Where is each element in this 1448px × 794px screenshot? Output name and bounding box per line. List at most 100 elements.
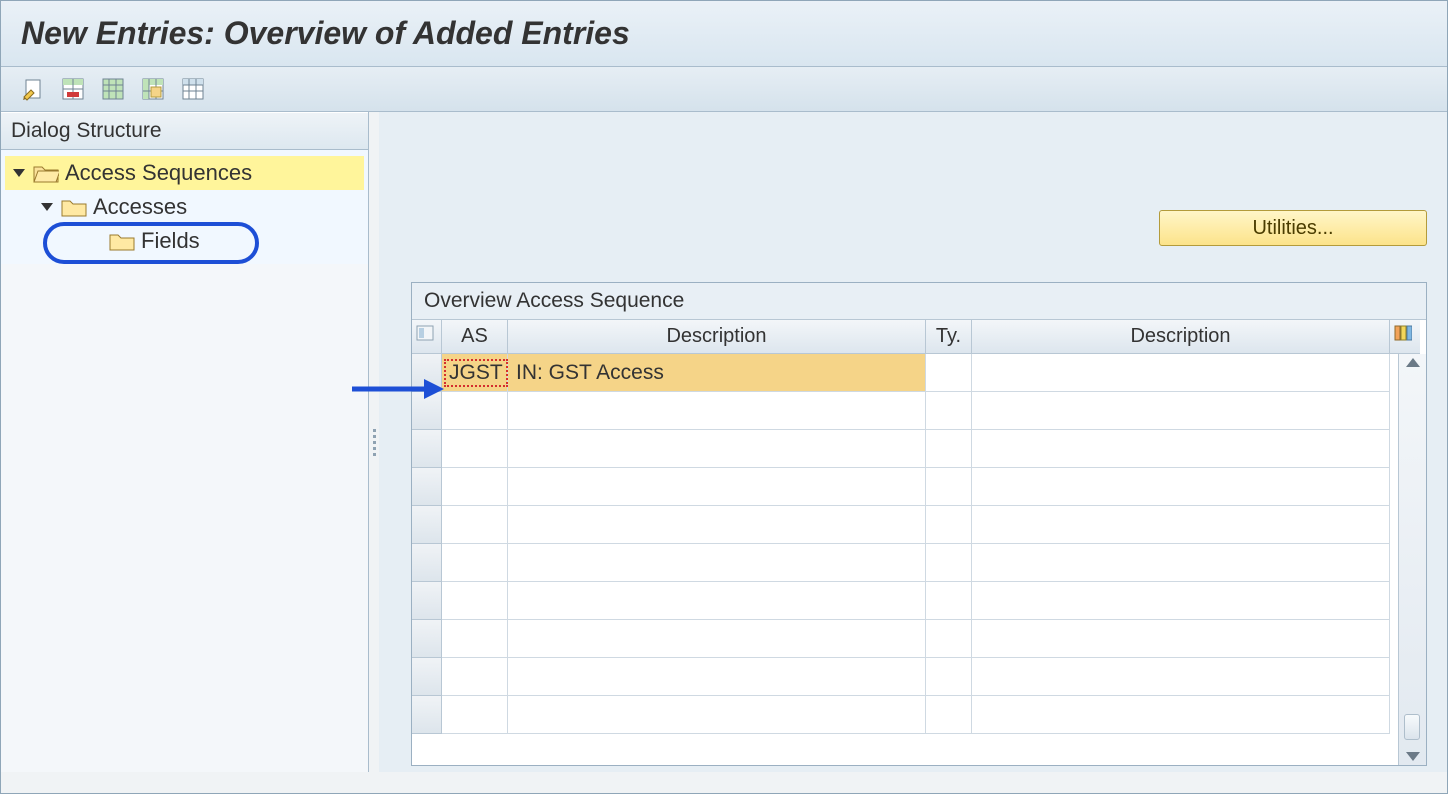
- col-header-ty[interactable]: Ty.: [926, 320, 972, 354]
- cell-as[interactable]: [442, 696, 508, 734]
- tree-node-access-sequences[interactable]: Access Sequences: [5, 156, 364, 190]
- row-selector-cell[interactable]: [412, 544, 442, 582]
- cell-description[interactable]: IN: GST Access: [508, 354, 926, 392]
- row-selector-cell[interactable]: [412, 696, 442, 734]
- col-header-desc2[interactable]: Description: [972, 320, 1390, 354]
- table-row[interactable]: [412, 658, 1398, 696]
- col-header-settings[interactable]: [1390, 320, 1420, 354]
- cell-as[interactable]: [442, 468, 508, 506]
- dialog-structure-header: Dialog Structure: [1, 112, 368, 150]
- cell-as[interactable]: [442, 430, 508, 468]
- row-selector-cell[interactable]: [412, 620, 442, 658]
- table-row[interactable]: [412, 468, 1398, 506]
- cell-description2[interactable]: [972, 468, 1390, 506]
- cell-type[interactable]: [926, 468, 972, 506]
- folder-icon: [61, 197, 87, 217]
- row-selector-cell[interactable]: [412, 506, 442, 544]
- table-body-area: JGSTIN: GST Access: [412, 354, 1426, 765]
- folder-icon: [109, 231, 135, 251]
- table-row[interactable]: [412, 506, 1398, 544]
- cell-description[interactable]: [508, 658, 926, 696]
- row-selector-icon: [416, 325, 434, 341]
- cell-description[interactable]: [508, 506, 926, 544]
- cell-as[interactable]: JGST: [442, 354, 508, 392]
- table-row[interactable]: [412, 392, 1398, 430]
- cell-description2[interactable]: [972, 582, 1390, 620]
- cell-description[interactable]: [508, 392, 926, 430]
- tree-node-fields[interactable]: Fields: [5, 224, 364, 258]
- col-header-desc1[interactable]: Description: [508, 320, 926, 354]
- scroll-up-icon[interactable]: [1406, 358, 1420, 367]
- folder-open-icon: [33, 163, 59, 183]
- splitter-dots-icon: [373, 429, 376, 456]
- scroll-down-icon[interactable]: [1406, 752, 1420, 761]
- table-row[interactable]: [412, 582, 1398, 620]
- row-selector-cell[interactable]: [412, 468, 442, 506]
- table-settings-icon: [1394, 325, 1412, 341]
- cell-description2[interactable]: [972, 620, 1390, 658]
- toolbar-btn-select-block[interactable]: [139, 75, 167, 103]
- cell-type[interactable]: [926, 354, 972, 392]
- cell-type[interactable]: [926, 506, 972, 544]
- cell-description[interactable]: [508, 430, 926, 468]
- cell-type[interactable]: [926, 582, 972, 620]
- cell-description[interactable]: [508, 620, 926, 658]
- row-selector-cell[interactable]: [412, 658, 442, 696]
- scroll-handle[interactable]: [1404, 714, 1420, 740]
- cell-description[interactable]: [508, 582, 926, 620]
- utilities-label: Utilities...: [1252, 217, 1333, 240]
- cell-as[interactable]: [442, 658, 508, 696]
- cell-description2[interactable]: [972, 544, 1390, 582]
- cell-type[interactable]: [926, 430, 972, 468]
- page-title: New Entries: Overview of Added Entries: [21, 15, 1427, 52]
- row-selector-cell[interactable]: [412, 354, 442, 392]
- table-row[interactable]: JGSTIN: GST Access: [412, 354, 1398, 392]
- cell-description2[interactable]: [972, 506, 1390, 544]
- cell-as[interactable]: [442, 620, 508, 658]
- tree-node-accesses[interactable]: Accesses: [5, 190, 364, 224]
- toolbar-btn-change[interactable]: [19, 75, 47, 103]
- toolbar-btn-deselect[interactable]: [179, 75, 207, 103]
- cell-type[interactable]: [926, 620, 972, 658]
- row-selector-cell[interactable]: [412, 582, 442, 620]
- cell-description[interactable]: [508, 696, 926, 734]
- cell-description[interactable]: [508, 544, 926, 582]
- splitter-handle[interactable]: [369, 112, 379, 772]
- row-selector-cell[interactable]: [412, 430, 442, 468]
- cell-as[interactable]: [442, 392, 508, 430]
- vertical-scrollbar[interactable]: [1398, 354, 1426, 765]
- cell-as[interactable]: [442, 506, 508, 544]
- cell-type[interactable]: [926, 392, 972, 430]
- col-header-selector[interactable]: [412, 320, 442, 354]
- cell-description[interactable]: [508, 468, 926, 506]
- tree-node-label: Access Sequences: [65, 160, 252, 186]
- cell-as[interactable]: [442, 544, 508, 582]
- cell-description2[interactable]: [972, 354, 1390, 392]
- table-row[interactable]: [412, 620, 1398, 658]
- cell-description2[interactable]: [972, 658, 1390, 696]
- col-header-as[interactable]: AS: [442, 320, 508, 354]
- toolbar-btn-select-all[interactable]: [99, 75, 127, 103]
- caret-down-icon: [41, 203, 53, 211]
- tree-node-label: Fields: [141, 228, 200, 254]
- table-row[interactable]: [412, 430, 1398, 468]
- cell-description2[interactable]: [972, 696, 1390, 734]
- table-header: AS Description Ty. Description: [412, 320, 1426, 354]
- utilities-button[interactable]: Utilities...: [1159, 210, 1427, 246]
- cell-description2[interactable]: [972, 430, 1390, 468]
- table-row[interactable]: [412, 696, 1398, 734]
- toolbar-btn-delete[interactable]: [59, 75, 87, 103]
- table-row[interactable]: [412, 544, 1398, 582]
- overview-table-title: Overview Access Sequence: [412, 283, 1426, 320]
- cell-description2[interactable]: [972, 392, 1390, 430]
- row-selector-cell[interactable]: [412, 392, 442, 430]
- dialog-structure-tree: Access Sequences Accesses Fields: [1, 150, 368, 264]
- as-input-highlight[interactable]: JGST: [444, 359, 508, 387]
- cell-type[interactable]: [926, 658, 972, 696]
- cell-type[interactable]: [926, 696, 972, 734]
- cell-as[interactable]: [442, 582, 508, 620]
- main-split: Dialog Structure Access Sequences Access…: [1, 112, 1447, 772]
- cell-type[interactable]: [926, 544, 972, 582]
- table-rows: JGSTIN: GST Access: [412, 354, 1398, 765]
- pencil-doc-icon: [21, 77, 45, 101]
